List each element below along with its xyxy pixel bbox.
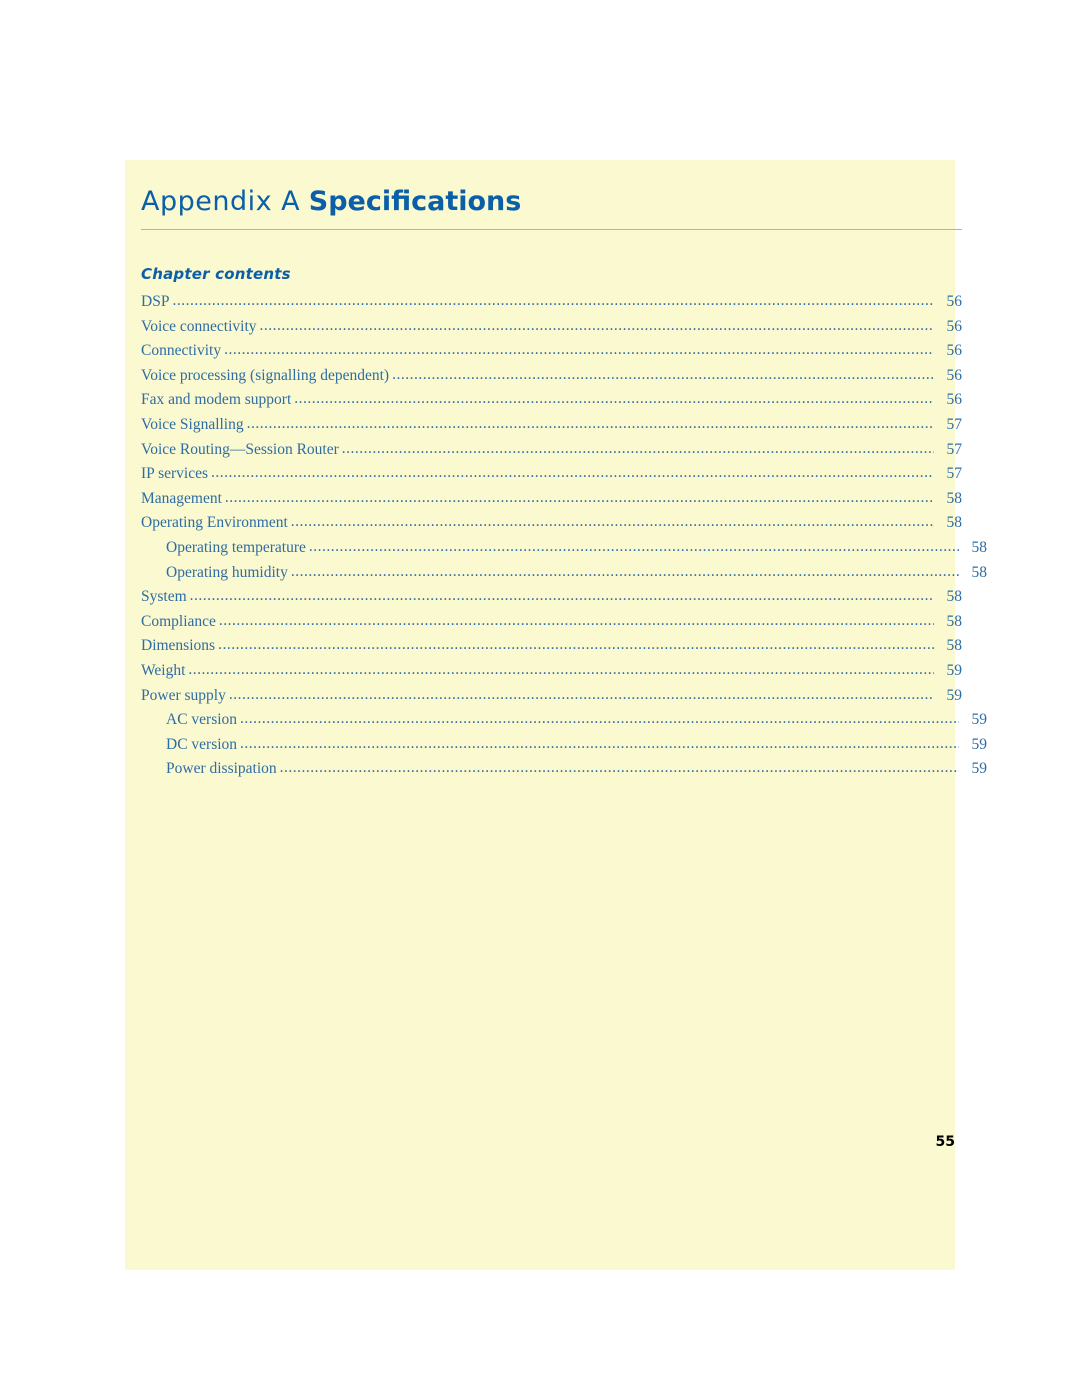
toc-leader-dots: ........................................… xyxy=(259,316,934,334)
toc-leader-dots: ........................................… xyxy=(189,587,934,605)
toc-leader-dots: ........................................… xyxy=(294,390,934,408)
toc-leader-dots: ........................................… xyxy=(218,636,934,654)
toc-entry-page-number: 58 xyxy=(946,588,963,606)
toc-leader-dots: ........................................… xyxy=(290,513,934,531)
toc-entry-page-number: 57 xyxy=(946,465,963,483)
document-page: Appendix A Specifications Chapter conten… xyxy=(125,160,987,1270)
toc-leader-dots: ........................................… xyxy=(218,611,934,629)
toc-entry-page-number: 58 xyxy=(946,514,963,532)
toc-entry-label: Operating temperature xyxy=(166,538,306,556)
page-folio: 55 xyxy=(935,1134,955,1150)
toc-entry[interactable]: IP services.............................… xyxy=(141,462,962,487)
toc-entry-label: Dimensions xyxy=(141,637,216,655)
toc-entry-page-number: 56 xyxy=(946,293,963,310)
toc-entry[interactable]: Power dissipation.......................… xyxy=(141,757,987,782)
toc-entry-page-number: 57 xyxy=(946,415,963,433)
toc-entry[interactable]: Operating humidity......................… xyxy=(141,561,987,586)
toc-entry-label: Weight xyxy=(141,661,186,679)
toc-leader-dots: ........................................… xyxy=(341,439,934,457)
toc-leader-dots: ........................................… xyxy=(240,734,959,752)
toc-entry-label: Power supply xyxy=(141,686,226,704)
toc-entry-page-number: 59 xyxy=(971,760,988,778)
toc-leader-dots: ........................................… xyxy=(240,710,959,728)
toc-entry[interactable]: Voice connectivity......................… xyxy=(141,315,962,340)
toc-entry-label: DSP xyxy=(141,293,170,310)
toc-leader-dots: ........................................… xyxy=(279,759,959,777)
toc-entry[interactable]: AC version..............................… xyxy=(141,708,987,733)
toc-entry[interactable]: Operating temperature...................… xyxy=(141,536,987,561)
toc-entry-label: Management xyxy=(141,489,222,507)
toc-entry-page-number: 58 xyxy=(946,489,963,507)
toc-leader-dots: ........................................… xyxy=(172,292,934,309)
toc-entry-label: Voice Signalling xyxy=(141,415,244,433)
toc-entry[interactable]: Dimensions..............................… xyxy=(141,634,962,659)
toc-entry-page-number: 58 xyxy=(971,563,988,581)
toc-entry-page-number: 59 xyxy=(971,735,988,753)
toc-entry-page-number: 59 xyxy=(971,711,988,729)
table-of-contents: DSP.....................................… xyxy=(141,290,987,782)
toc-entry[interactable]: Connectivity............................… xyxy=(141,339,962,364)
toc-entry-label: Operating Environment xyxy=(141,514,288,532)
toc-entry-label: Voice connectivity xyxy=(141,317,257,335)
toc-leader-dots: ........................................… xyxy=(188,660,934,678)
toc-leader-dots: ........................................… xyxy=(246,414,934,432)
toc-entry[interactable]: Operating Environment...................… xyxy=(141,511,962,536)
toc-entry-label: IP services xyxy=(141,465,209,483)
toc-leader-dots: ........................................… xyxy=(228,685,934,703)
toc-entry[interactable]: DC version..............................… xyxy=(141,733,987,758)
toc-entry[interactable]: Voice Routing—Session Router............… xyxy=(141,438,962,463)
toc-leader-dots: ........................................… xyxy=(211,464,934,482)
toc-entry-label: Connectivity xyxy=(141,342,222,360)
title-divider xyxy=(141,229,962,230)
toc-entry-page-number: 57 xyxy=(946,440,963,458)
toc-entry-page-number: 58 xyxy=(946,612,963,630)
toc-entry-page-number: 56 xyxy=(946,366,963,384)
appendix-name: Specifications xyxy=(308,186,522,217)
toc-entry-label: Voice Routing—Session Router xyxy=(141,440,339,458)
toc-entry-page-number: 59 xyxy=(946,661,963,679)
toc-entry[interactable]: System..................................… xyxy=(141,585,962,610)
toc-leader-dots: ........................................… xyxy=(224,488,934,506)
toc-entry-page-number: 56 xyxy=(946,342,963,360)
toc-entry[interactable]: Voice Signalling........................… xyxy=(141,413,962,438)
toc-entry-label: Compliance xyxy=(141,612,216,630)
toc-entry-page-number: 59 xyxy=(946,686,963,704)
toc-entry-label: Operating humidity xyxy=(166,563,288,581)
toc-entry-page-number: 58 xyxy=(946,637,963,655)
toc-entry[interactable]: Power supply............................… xyxy=(141,684,962,709)
toc-leader-dots: ........................................… xyxy=(308,537,959,555)
toc-entry-label: Voice processing (signalling dependent) xyxy=(141,366,390,384)
toc-entry-label: System xyxy=(141,588,187,606)
toc-entry-label: DC version xyxy=(166,735,238,753)
toc-entry[interactable]: Voice processing (signalling dependent).… xyxy=(141,364,962,389)
toc-entry-label: AC version xyxy=(166,711,238,729)
toc-entry-page-number: 56 xyxy=(946,317,963,335)
toc-leader-dots: ........................................… xyxy=(224,341,934,359)
toc-leader-dots: ........................................… xyxy=(392,365,934,383)
toc-entry[interactable]: Compliance..............................… xyxy=(141,610,962,635)
toc-entry[interactable]: Management..............................… xyxy=(141,487,962,512)
toc-entry-label: Power dissipation xyxy=(166,760,277,778)
toc-entry[interactable]: Fax and modem support...................… xyxy=(141,388,962,413)
chapter-contents-heading: Chapter contents xyxy=(141,265,291,283)
toc-entry-label: Fax and modem support xyxy=(141,391,292,409)
toc-entry[interactable]: DSP.....................................… xyxy=(141,290,962,315)
toc-entry-page-number: 56 xyxy=(946,391,963,409)
toc-entry[interactable]: Weight..................................… xyxy=(141,659,962,684)
page-title: Appendix A Specifications xyxy=(141,186,521,217)
toc-leader-dots: ........................................… xyxy=(290,562,959,580)
appendix-label: Appendix A xyxy=(141,186,301,217)
page-content-area: Appendix A Specifications Chapter conten… xyxy=(133,160,987,1270)
toc-entry-page-number: 58 xyxy=(971,538,988,556)
